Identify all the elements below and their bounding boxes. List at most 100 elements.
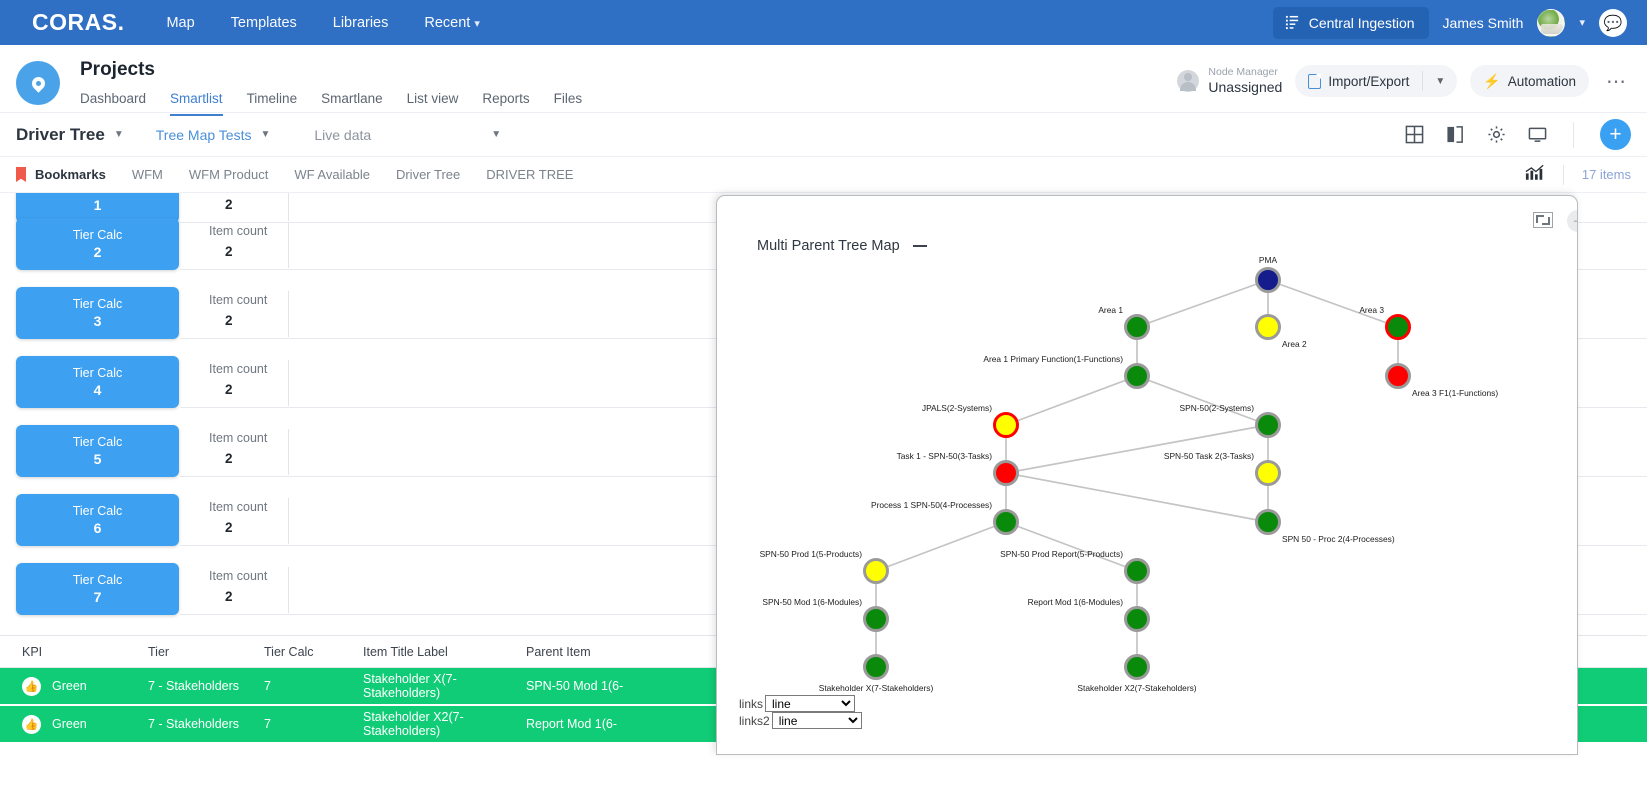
item-count-label: Item count [209,500,268,514]
import-export-chevron-down-icon[interactable]: ▼ [1423,76,1457,87]
tree-node-label: Area 1 Primary Function(1-Functions) [983,354,1123,364]
item-count-value: 2 [225,520,233,535]
avatar[interactable] [1537,8,1566,37]
coras-logo[interactable]: CORAS. [32,9,124,36]
view-preset-chevron-down-icon[interactable]: ▼ [260,129,270,140]
tree-node[interactable] [1255,460,1281,486]
bookmark-item-wfm-product[interactable]: WFM Product [189,167,268,182]
column-header-item-title-label[interactable]: Item Title Label [363,645,526,659]
tree-node[interactable] [993,509,1019,535]
tree-node[interactable] [1124,606,1150,632]
import-export-button[interactable]: Import/Export ▼ [1295,65,1458,97]
tree-node[interactable] [1124,314,1150,340]
messages-icon[interactable]: 💬 [1599,8,1627,37]
cell-tier-calc: 7 [264,717,271,731]
tier-chip[interactable]: Tier Calc 5 [16,425,179,477]
tree-node-label: Task 1 - SPN-50(3-Tasks) [897,451,993,461]
user-menu-chevron-down-icon[interactable]: ▾ [1579,16,1585,29]
tier-chip-value: 2 [93,244,102,260]
column-header-tier[interactable]: Tier [148,645,264,659]
tier-chip-label: Tier Calc [72,435,123,449]
tier-chip-label: Tier Calc [72,228,123,242]
bookmark-item-driver-tree-upper[interactable]: DRIVER TREE [486,167,573,182]
tree-node-label: SPN 50 - Proc 2(4-Processes) [1282,534,1395,544]
tab-dashboard[interactable]: Dashboard [80,91,146,116]
nav-item-templates[interactable]: Templates [231,15,297,31]
tree-edge [1136,375,1269,426]
bookmark-item-wf-available[interactable]: WF Available [294,167,370,182]
tier-chip[interactable]: Tier Calc 7 [16,563,179,615]
divider [1573,121,1574,148]
tree-node[interactable] [1124,558,1150,584]
tree-node[interactable] [1255,412,1281,438]
node-manager-text: Node Manager Unassigned [1208,66,1282,96]
tree-nodes [863,267,1411,680]
chevron-down-icon: ▾ [474,17,480,30]
divider [288,360,289,406]
grid-view-icon[interactable] [1405,125,1424,144]
tree-node[interactable] [993,460,1019,486]
tier-chip-label: Tier Calc [16,193,179,195]
item-count-value: 2 [225,244,233,259]
tree-node[interactable] [863,558,889,584]
tree-node[interactable] [1124,654,1150,680]
tree-node[interactable] [1255,267,1281,293]
central-ingestion-button[interactable]: Central Ingestion [1272,6,1429,39]
links-select[interactable]: line [765,695,856,712]
cell-kpi-label: Green [52,717,87,731]
links-label: links [739,696,764,711]
tier-chip[interactable]: Tier Calc 3 [16,287,179,339]
tier-chip[interactable]: Tier Calc 2 [16,218,179,270]
automation-button[interactable]: ⚡ Automation [1470,65,1589,97]
nav-item-recent[interactable]: Recent ▾ [424,15,480,31]
tier-chip[interactable]: Tier Calc 6 [16,494,179,546]
top-nav-links: Map Templates Libraries Recent ▾ [166,15,479,31]
column-header-parent-item[interactable]: Parent Item [526,645,686,659]
tree-node[interactable] [863,606,889,632]
view-title-chevron-down-icon[interactable]: ▼ [114,129,124,140]
node-manager[interactable]: Node Manager Unassigned [1177,66,1282,96]
top-nav-right: Central Ingestion James Smith ▾ 💬 [1272,6,1633,39]
view-preset-link[interactable]: Tree Map Tests [156,127,252,143]
cell-item-title: Stakeholder X(7-Stakeholders) [363,672,457,700]
tab-smartlane[interactable]: Smartlane [321,91,383,116]
links2-select[interactable]: line [771,712,862,729]
tree-node[interactable] [1385,314,1411,340]
bookmark-item-wfm[interactable]: WFM [132,167,163,182]
nav-item-libraries[interactable]: Libraries [333,15,389,31]
bookmarks-label: Bookmarks [35,167,106,182]
add-button[interactable]: + [1600,119,1631,150]
more-options-icon[interactable]: ⋯ [1602,69,1631,94]
tree-node[interactable] [1385,363,1411,389]
tab-timeline[interactable]: Timeline [247,91,298,116]
split-view-icon[interactable] [1446,125,1465,144]
tab-files[interactable]: Files [554,91,583,116]
tree-node-label: Stakeholder X(7-Stakeholders) [819,683,934,693]
tab-list-view[interactable]: List view [407,91,459,116]
tree-node[interactable] [863,654,889,680]
tree-node[interactable] [1255,314,1281,340]
tree-edge [1005,472,1269,523]
divider [288,567,289,613]
tree-node[interactable] [1255,509,1281,535]
presentation-icon[interactable] [1528,125,1547,144]
tree-node-label: PMA [1259,255,1278,265]
tab-reports[interactable]: Reports [482,91,529,116]
tree-map-graph[interactable]: PMA Area 1 Area 2 Area 3 Area 3 F1(1-Functio… [717,196,1578,755]
tree-edge [1005,375,1138,426]
bookmark-item-driver-tree[interactable]: Driver Tree [396,167,460,182]
tier-chip[interactable]: Tier Calc 4 [16,356,179,408]
tree-node[interactable] [1124,363,1150,389]
thumbs-up-icon: 👍 [22,676,41,696]
tree-edge [875,521,1007,572]
column-header-kpi[interactable]: KPI [0,645,148,659]
gear-icon[interactable] [1487,125,1506,144]
tree-node[interactable] [993,412,1019,438]
tab-smartlist[interactable]: Smartlist [170,91,223,116]
nav-item-map[interactable]: Map [166,15,194,31]
column-header-tier-calc[interactable]: Tier Calc [264,645,363,659]
cell-tier: 7 - Stakeholders [148,679,240,693]
automation-label: Automation [1507,73,1576,89]
data-mode-chevron-down-icon[interactable]: ▼ [491,129,501,140]
chart-icon[interactable] [1525,164,1545,186]
